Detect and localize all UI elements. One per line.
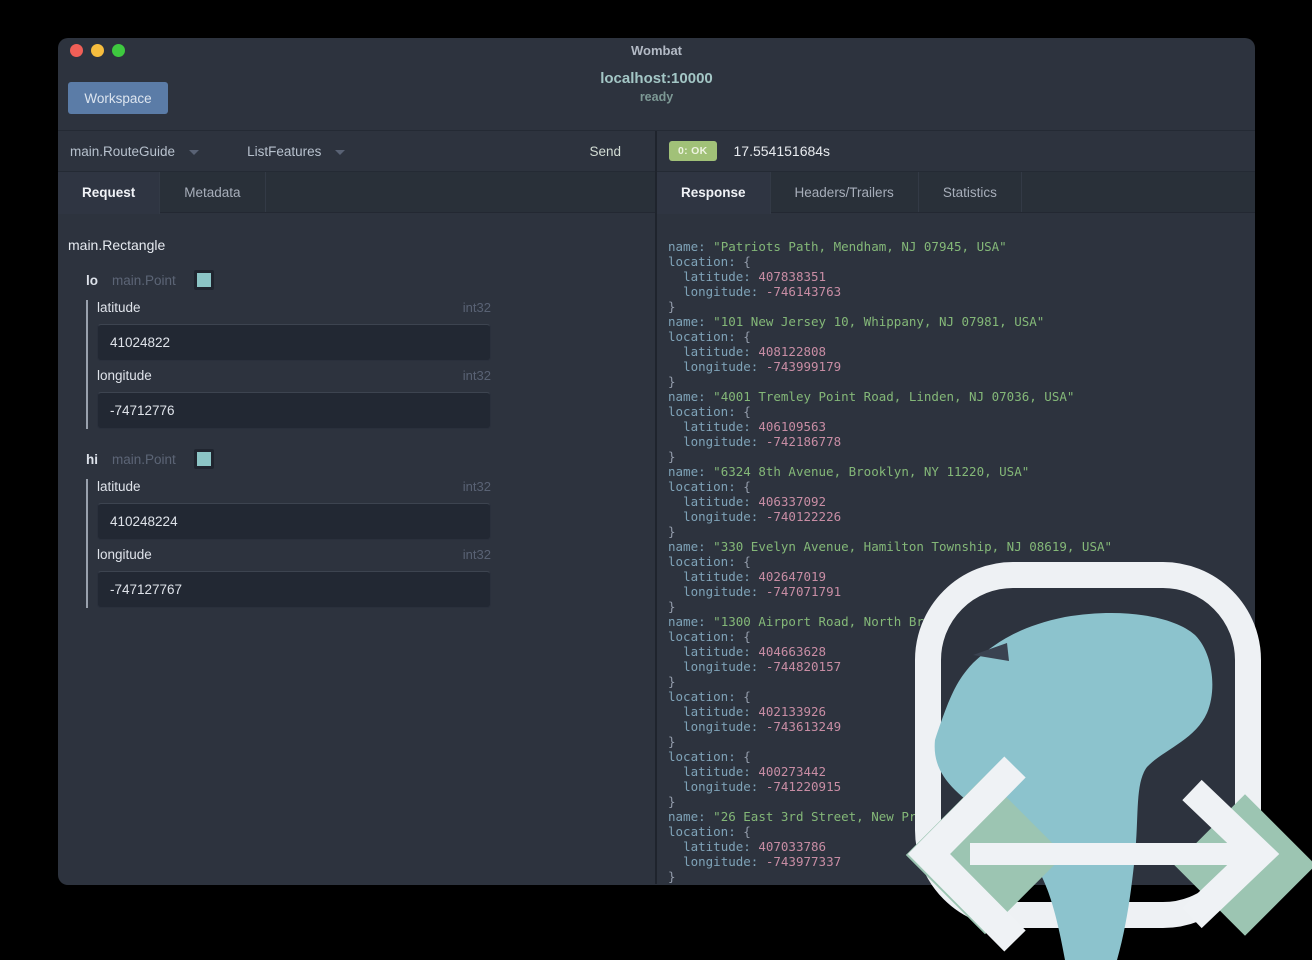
hi-longitude-input[interactable] xyxy=(97,571,491,608)
close-window-button[interactable] xyxy=(70,44,83,57)
int32-type-label: int32 xyxy=(462,547,491,562)
connection-status: ready xyxy=(639,90,674,104)
checkbox-checked-icon xyxy=(196,273,211,287)
field-type-label: main.Point xyxy=(112,272,176,288)
request-toolbar: main.RouteGuide ListFeatures Send xyxy=(58,131,655,172)
response-toolbar: 0: OK 17.554151684s xyxy=(657,131,1255,172)
field-section-lo: lo main.Point latitude int32 41024822 lo… xyxy=(86,269,655,429)
titlebar: Wombat xyxy=(58,38,1255,64)
chevron-down-icon xyxy=(335,149,346,155)
field-type-label: main.Point xyxy=(112,451,176,467)
desktop-background: Wombat Workspace localhost:10000 ready m… xyxy=(0,0,1312,960)
latitude-label: latitude xyxy=(97,300,141,315)
tab-request[interactable]: Request xyxy=(58,172,161,214)
hi-latitude-input[interactable] xyxy=(97,503,491,540)
tab-statistics[interactable]: Statistics xyxy=(919,172,1022,212)
tab-headers-trailers[interactable]: Headers/Trailers xyxy=(771,172,919,212)
window-title: Wombat xyxy=(630,43,683,58)
int32-type-label: int32 xyxy=(462,368,491,383)
send-button[interactable]: Send xyxy=(589,144,621,159)
request-tabbar: Request Metadata xyxy=(58,172,655,214)
connection-header: Workspace localhost:10000 ready xyxy=(58,64,1255,131)
response-panel: 0: OK 17.554151684s Response Headers/Tra… xyxy=(657,131,1255,884)
lo-latitude-input[interactable] xyxy=(97,324,491,361)
lo-enabled-checkbox[interactable] xyxy=(193,270,214,290)
tab-metadata[interactable]: Metadata xyxy=(160,172,266,212)
longitude-label: longitude xyxy=(97,368,152,383)
response-tabbar: Response Headers/Trailers Statistics xyxy=(657,172,1255,214)
method-selector-value: ListFeatures xyxy=(247,143,322,159)
method-selector[interactable]: ListFeatures xyxy=(247,143,346,159)
service-selector-value: main.RouteGuide xyxy=(70,143,176,159)
field-name-label: hi xyxy=(86,451,98,467)
elapsed-time: 17.554151684s xyxy=(733,143,831,159)
latitude-label: latitude xyxy=(97,479,141,494)
field-section-hi: hi main.Point latitude int32 410248224 l… xyxy=(86,448,655,608)
service-selector[interactable]: main.RouteGuide xyxy=(70,143,200,159)
minimize-window-button[interactable] xyxy=(91,44,104,57)
field-name-label: lo xyxy=(86,272,98,288)
int32-type-label: int32 xyxy=(462,479,491,494)
response-output[interactable]: name: "Patriots Path, Mendham, NJ 07945,… xyxy=(657,213,1255,884)
checkbox-checked-icon xyxy=(196,452,211,466)
maximize-window-button[interactable] xyxy=(112,44,125,57)
status-badge: 0: OK xyxy=(669,141,717,161)
message-type-label: main.Rectangle xyxy=(68,237,166,253)
tab-response[interactable]: Response xyxy=(657,172,771,214)
connection-info: localhost:10000 ready xyxy=(58,70,1255,104)
window-controls xyxy=(70,44,125,57)
lo-longitude-input[interactable] xyxy=(97,392,491,429)
request-form: main.Rectangle lo main.Point latitude in… xyxy=(58,213,655,608)
int32-type-label: int32 xyxy=(462,300,491,315)
request-panel: main.RouteGuide ListFeatures Send Reques… xyxy=(58,131,655,884)
hi-enabled-checkbox[interactable] xyxy=(193,449,214,469)
chevron-down-icon xyxy=(189,149,200,155)
longitude-label: longitude xyxy=(97,547,152,562)
app-window: Wombat Workspace localhost:10000 ready m… xyxy=(58,38,1255,885)
connection-host: localhost:10000 xyxy=(600,70,713,87)
